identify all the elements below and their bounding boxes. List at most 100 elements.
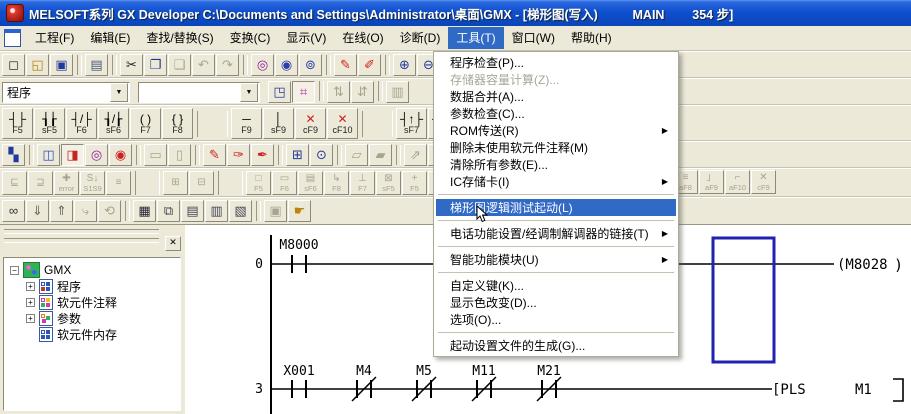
menu-item-ladder-logic-test[interactable]: 梯形图逻辑测试起动(L) — [436, 199, 676, 216]
menu-view[interactable]: 显示(V) — [278, 27, 334, 49]
menu-item-merge-data[interactable]: 数据合并(A)... — [436, 88, 676, 105]
sfc-dummy-step-button[interactable]: ⊠ sF5 — [376, 171, 401, 195]
project-verify-button[interactable]: ◳ — [268, 81, 291, 103]
expand-icon[interactable]: + — [26, 314, 35, 323]
monitor-start-button[interactable]: ▭ — [144, 144, 167, 166]
sfc-block-list-button[interactable]: ⊑ — [2, 171, 27, 195]
sfc-jump-button[interactable]: ↳ F8 — [324, 171, 349, 195]
project-tree-toggle-button[interactable]: ⌗ — [292, 81, 315, 103]
sfc-block-down-button[interactable]: ⊟ — [189, 171, 214, 195]
replace-module-button[interactable]: ⇵ — [351, 81, 374, 103]
sfc-step-no-button[interactable]: S↓ S1S9 — [80, 171, 105, 195]
parallel-closed-contact-button[interactable]: ┧/┟ sF6 — [98, 108, 129, 139]
note-edit-button[interactable]: ✒ — [251, 144, 274, 166]
write-mode-quick-button[interactable]: ✎ — [334, 54, 357, 76]
tree-item-program[interactable]: + 程序 — [4, 278, 180, 294]
macro-button[interactable]: ▥ — [386, 81, 409, 103]
comment-edit-button[interactable]: ✎ — [203, 144, 226, 166]
menu-window[interactable]: 窗口(W) — [504, 27, 563, 49]
remote-run-button[interactable]: ⇗ — [404, 144, 427, 166]
new-button[interactable]: ◻ — [2, 54, 25, 76]
tree-item-device-memory[interactable]: 软元件内存 — [4, 326, 180, 342]
menu-convert[interactable]: 变换(C) — [222, 27, 279, 49]
menu-help[interactable]: 帮助(H) — [563, 27, 620, 49]
delete-horizontal-line-button[interactable]: ✕ cF9 — [295, 108, 326, 139]
menu-item-options[interactable]: 选项(O)... — [436, 311, 676, 328]
copy-button[interactable]: ❐ — [144, 54, 167, 76]
save-button[interactable]: ▣ — [50, 54, 73, 76]
sfc-block-display-button[interactable]: ⊞ — [163, 171, 188, 195]
contact-coil-usage-button[interactable]: ▥ — [205, 200, 228, 222]
sfc-end-step-button[interactable]: ⊥ F7 — [350, 171, 375, 195]
menu-project[interactable]: 工程(F) — [27, 27, 82, 49]
program-combo-arrow-icon[interactable]: ▼ — [110, 83, 128, 102]
menu-item-telephone-modem-link[interactable]: 电话功能设置/经调制解调器的链接(T) ▶ — [436, 225, 676, 242]
project-data-list-button[interactable]: ▦ — [133, 200, 156, 222]
find-instruction-button[interactable]: ⊚ — [299, 54, 322, 76]
sfc-rule-delete-button[interactable]: ✕ cF9 — [751, 170, 776, 194]
sampling-trace-button[interactable]: ⟲ — [98, 200, 121, 222]
menu-item-create-startup-file[interactable]: 起动设置文件的生成(G)... — [436, 337, 676, 354]
menu-item-program-check[interactable]: 程序检查(P)... — [436, 54, 676, 71]
sfc-error-button[interactable]: ✚ error — [54, 171, 79, 195]
menu-online[interactable]: 在线(O) — [334, 27, 391, 49]
paste-button[interactable]: ❏ — [168, 54, 191, 76]
sfc-block-info-button[interactable]: ⊒ — [28, 171, 53, 195]
tree-item-parameter[interactable]: + 参数 — [4, 310, 180, 326]
program-combo[interactable]: 程序 ▼ — [2, 82, 130, 103]
find-prev-button[interactable]: ⇑ — [50, 200, 73, 222]
parallel-open-contact-button[interactable]: ┧┟ sF5 — [34, 108, 65, 139]
horizontal-line-button[interactable]: ─ F9 — [231, 108, 262, 139]
menu-item-memory-capacity[interactable]: 存储器容量计算(Z)... — [436, 71, 676, 88]
read-mode-button[interactable]: ◫ — [37, 144, 60, 166]
sfc-selection-button[interactable]: ▤ sF6 — [298, 171, 323, 195]
trace-button[interactable]: ▱ — [345, 144, 368, 166]
cascade-windows-button[interactable]: ⧉ — [157, 200, 180, 222]
comment-tooltip-button[interactable]: ☛ — [288, 200, 311, 222]
close-icon[interactable]: ✕ — [165, 236, 181, 251]
rising-pulse-button[interactable]: ┤↑├ sF7 — [396, 108, 427, 139]
replace-step-button[interactable]: ⇅ — [327, 81, 350, 103]
statement-list-button[interactable]: ▤ — [181, 200, 204, 222]
collapse-icon[interactable]: − — [10, 266, 19, 275]
vertical-line-button[interactable]: │ sF9 — [263, 108, 294, 139]
ladder-list-toggle-button[interactable]: ▚ — [2, 144, 25, 166]
child-window-icon[interactable] — [4, 29, 21, 47]
monitor-mode-button[interactable]: ◎ — [85, 144, 108, 166]
open-contact-button[interactable]: ┤├ F5 — [2, 108, 33, 139]
menu-find-replace[interactable]: 查找/替换(S) — [138, 27, 221, 49]
monitor-write-mode-button[interactable]: ◉ — [109, 144, 132, 166]
menu-item-intelligent-function-module[interactable]: 智能功能模块(U) ▶ — [436, 251, 676, 268]
tree-item-project-root[interactable]: − GMX — [4, 262, 180, 278]
sfc-step-button[interactable]: □ F5 — [246, 171, 271, 195]
sfc-sort-button[interactable]: ≡ — [106, 171, 131, 195]
menu-item-change-display-color[interactable]: 显示色改变(D)... — [436, 294, 676, 311]
menu-item-clear-all-parameters[interactable]: 清除所有参数(E)... — [436, 156, 676, 173]
trace-stop-button[interactable]: ▰ — [369, 144, 392, 166]
menu-tools[interactable]: 工具(T) — [448, 27, 503, 49]
menu-item-ic-memory-card[interactable]: IC存储卡(I) ▶ — [436, 173, 676, 190]
menu-diagnostics[interactable]: 诊断(D) — [392, 27, 449, 49]
closed-contact-button[interactable]: ┤/├ F6 — [66, 108, 97, 139]
redo-button[interactable]: ↷ — [216, 54, 239, 76]
cut-button[interactable]: ✂ — [120, 54, 143, 76]
menu-item-delete-unused-comments[interactable]: 删除未使用软元件注释(M) — [436, 139, 676, 156]
delete-vertical-line-button[interactable]: ✕ cF10 — [327, 108, 358, 139]
monitor-stop-button[interactable]: ▯ — [168, 144, 191, 166]
device-batch-button[interactable]: ⊞ — [286, 144, 309, 166]
menu-item-rom-transfer[interactable]: ROM传送(R) ▶ — [436, 122, 676, 139]
sfc-rule-af9-button[interactable]: 」 aF9 — [699, 170, 724, 194]
sfc-vertical-button[interactable]: + F5 — [402, 171, 427, 195]
zoom-in-button[interactable]: ⊕ — [393, 54, 416, 76]
menu-edit[interactable]: 编辑(E) — [82, 27, 138, 49]
undo-button[interactable]: ↶ — [192, 54, 215, 76]
find-button[interactable]: ◎ — [251, 54, 274, 76]
expand-icon[interactable]: + — [26, 298, 35, 307]
coil-button[interactable]: ( ) F7 — [130, 108, 161, 139]
jump-button[interactable]: ⤷ — [74, 200, 97, 222]
device-combo-arrow-icon[interactable]: ▼ — [240, 83, 258, 102]
menu-item-customize-keys[interactable]: 自定义键(K)... — [436, 277, 676, 294]
device-test-button[interactable]: ⊙ — [310, 144, 333, 166]
device-usage-list-button[interactable]: ▧ — [229, 200, 252, 222]
find-device-button[interactable]: ◉ — [275, 54, 298, 76]
